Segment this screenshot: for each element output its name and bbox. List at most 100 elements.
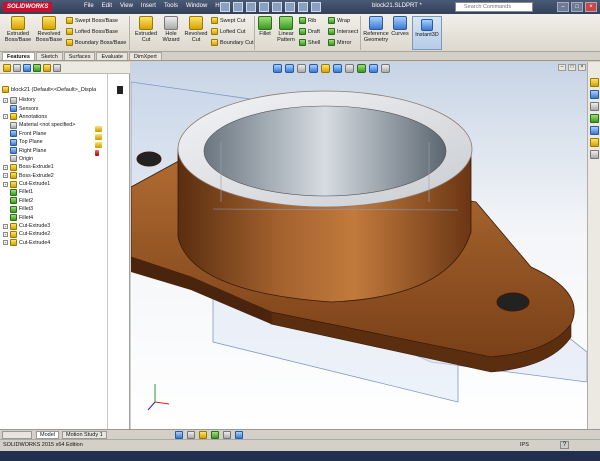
options-icon[interactable] [223,431,231,439]
zoom-area-icon[interactable] [285,64,294,73]
forum-icon[interactable] [589,150,599,159]
tree-root[interactable]: block21 (Default<<Default>_Displa [2,86,96,93]
tab-features[interactable]: Features [2,52,35,60]
tab-surfaces[interactable]: Surfaces [63,52,96,60]
search-commands-input[interactable]: Search Commands [455,2,533,12]
display-manager-icon[interactable] [43,64,51,72]
front-plane-visibility-icon[interactable] [95,126,102,132]
previous-view-icon[interactable] [297,64,306,73]
tree-item[interactable]: Origin [3,155,98,163]
expand-toggle-icon[interactable]: + [3,181,8,187]
viewport-maximize-button[interactable]: □ [568,64,576,71]
property-manager-icon[interactable] [13,64,21,72]
tab-3d-views[interactable] [2,431,32,439]
expand-toggle-icon[interactable]: + [3,97,8,103]
animate-icon[interactable] [199,431,207,439]
view-triad[interactable] [147,384,170,411]
tab-sketch[interactable]: Sketch [35,52,63,60]
new-document-icon[interactable] [220,2,230,12]
tab-dimxpert[interactable]: DimXpert [128,52,162,60]
hole-wizard-button[interactable]: Hole Wizard [160,16,182,43]
tab-motion-study[interactable]: Motion Study 1 [62,431,107,439]
rib-button[interactable]: Rib [299,17,316,24]
hide-show-icon[interactable] [345,64,354,73]
tree-item[interactable]: + Cut-Extrude3 [3,222,98,230]
lofted-cut-button[interactable]: Lofted Cut [211,28,245,35]
feature-tree-icon[interactable] [3,64,11,72]
extruded-cut-button[interactable]: Extruded Cut [132,16,160,43]
tree-item[interactable]: Right Plane [3,146,98,155]
rollback-bar[interactable] [117,86,123,94]
tree-item[interactable]: Fillet2 [3,197,98,205]
save-icon[interactable] [246,2,256,12]
intersect-button[interactable]: Intersect [328,28,358,35]
design-library-icon[interactable] [589,90,599,99]
linear-pattern-button[interactable]: Linear Pattern [274,16,298,43]
expand-toggle-icon[interactable]: + [3,223,8,229]
expand-toggle-icon[interactable]: + [3,164,8,170]
shell-button[interactable]: Shell [299,39,320,46]
expand-toggle-icon[interactable]: + [3,114,8,120]
tree-item[interactable]: Sensors [3,104,98,113]
tree-item[interactable]: Material <not specified> [3,121,98,129]
menu-edit[interactable]: Edit [102,3,112,9]
units-label[interactable]: IPS [520,442,529,448]
curves-button[interactable]: Curves [390,16,410,37]
rebuild-icon[interactable] [298,2,308,12]
display-style-icon[interactable] [333,64,342,73]
origin-visibility-icon[interactable] [95,150,99,156]
swept-cut-button[interactable]: Swept Cut [211,17,245,24]
boundary-cut-button[interactable]: Boundary Cut [211,39,254,46]
expand-toggle-icon[interactable]: + [3,231,8,237]
dimxpert-manager-icon[interactable] [33,64,41,72]
mirror-button[interactable]: Mirror [328,39,351,46]
fillet-button[interactable]: Fillet [256,16,274,37]
left-bolt-hole[interactable] [136,151,162,167]
zoom-timeline-icon[interactable] [235,431,243,439]
select-icon[interactable] [285,2,295,12]
lofted-boss-button[interactable]: Lofted Boss/Base [66,28,118,35]
options-icon[interactable] [311,2,321,12]
tree-item[interactable]: Fillet3 [3,205,98,213]
graphics-area[interactable] [131,62,587,429]
reference-geometry-button[interactable]: Reference Geometry [362,16,390,43]
zoom-to-fit-icon[interactable] [273,64,282,73]
more-panels-icon[interactable] [53,64,61,72]
menu-insert[interactable]: Insert [141,3,156,9]
tree-item[interactable]: + Cut-Extrude2 [3,230,98,238]
solidworks-logo[interactable]: SOLIDWORKS [3,2,53,12]
extruded-boss-button[interactable]: Extruded Boss/Base [3,16,33,43]
recording-icon[interactable] [211,431,219,439]
tree-item[interactable]: + Boss-Extrude2 [3,172,98,180]
right-bolt-hole[interactable] [496,292,530,312]
appearances-icon[interactable] [589,126,599,135]
top-plane-visibility-icon[interactable] [95,134,102,140]
play-icon[interactable] [175,431,183,439]
bore-hole[interactable] [203,105,447,197]
solidworks-resources-icon[interactable] [589,78,599,87]
tree-item[interactable]: + Cut-Extrude1 [3,180,98,188]
tab-evaluate[interactable]: Evaluate [96,52,128,60]
edit-appearance-icon[interactable] [357,64,366,73]
wrap-button[interactable]: Wrap [328,17,350,24]
tab-model[interactable]: Model [36,431,59,439]
expand-toggle-icon[interactable]: + [3,173,8,179]
tree-item[interactable]: + Cut-Extrude4 [3,239,98,247]
stop-icon[interactable] [187,431,195,439]
menu-view[interactable]: View [120,3,133,9]
view-orientation-icon[interactable] [321,64,330,73]
maximize-button[interactable]: □ [571,2,583,12]
apply-scene-icon[interactable] [369,64,378,73]
viewport-close-button[interactable]: × [578,64,586,71]
undo-icon[interactable] [272,2,282,12]
configuration-manager-icon[interactable] [23,64,31,72]
menu-window[interactable]: Window [186,3,207,9]
close-button[interactable]: × [585,2,597,12]
tree-item[interactable]: + Annotations [3,113,98,121]
print-icon[interactable] [259,2,269,12]
tree-item[interactable]: Fillet1 [3,188,98,196]
minimize-button[interactable]: – [557,2,569,12]
model-view[interactable] [131,62,587,429]
tree-item[interactable]: Fillet4 [3,213,98,222]
expand-toggle-icon[interactable]: + [3,240,8,246]
